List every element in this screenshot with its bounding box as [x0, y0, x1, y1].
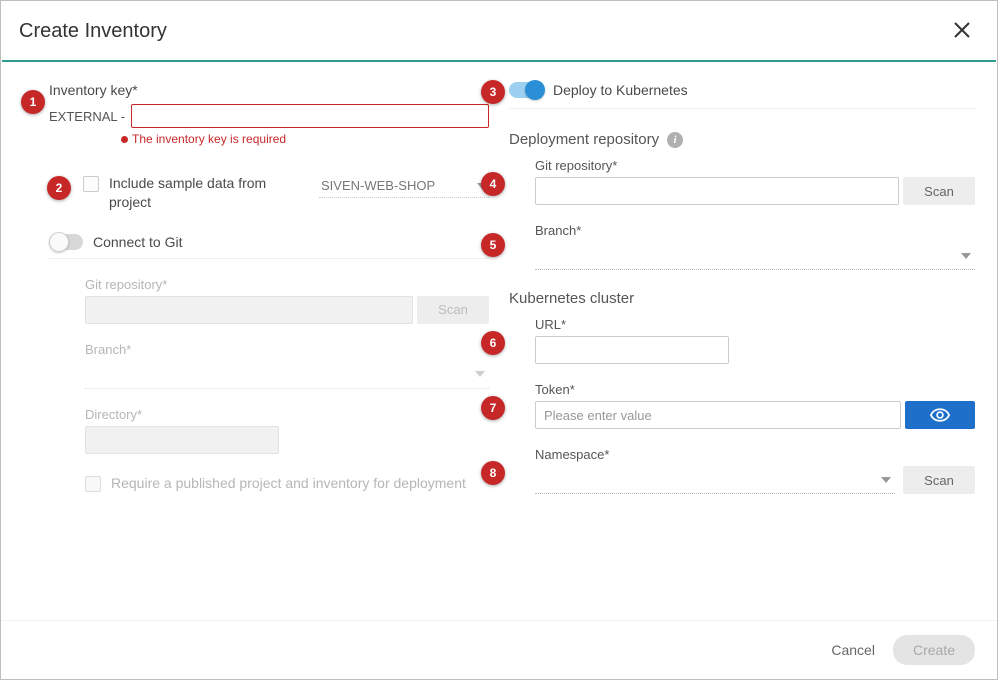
namespace-select[interactable] [535, 466, 895, 494]
callout-badge-5: 5 [481, 233, 505, 257]
token-input[interactable] [535, 401, 901, 429]
callout-badge-3: 3 [481, 80, 505, 104]
chevron-down-icon [475, 371, 485, 377]
eye-icon [930, 408, 950, 422]
right-branch-select[interactable] [535, 242, 975, 270]
create-button: Create [893, 635, 975, 665]
url-label: URL* [535, 317, 975, 332]
dialog-footer: Cancel Create [1, 620, 997, 679]
deploy-k8s-label: Deploy to Kubernetes [553, 82, 688, 98]
right-column: 3 Deploy to Kubernetes Deployment reposi… [509, 82, 975, 515]
left-git-repo-input [85, 296, 413, 324]
namespace-scan-button[interactable]: Scan [903, 466, 975, 494]
deploy-k8s-toggle[interactable] [509, 82, 543, 98]
dialog-title: Create Inventory [19, 20, 167, 43]
k8s-cluster-heading: Kubernetes cluster [509, 290, 975, 307]
callout-badge-7: 7 [481, 396, 505, 420]
reveal-token-button[interactable] [905, 401, 975, 429]
namespace-label: Namespace* [535, 447, 975, 462]
token-label: Token* [535, 382, 975, 397]
require-published-label: Require a published project and inventor… [111, 474, 489, 493]
left-directory-label: Directory* [85, 407, 489, 422]
require-published-checkbox [85, 476, 101, 492]
cancel-button[interactable]: Cancel [831, 642, 875, 658]
callout-badge-2: 2 [47, 176, 71, 200]
connect-git-toggle[interactable] [49, 234, 83, 250]
left-git-scan-button: Scan [417, 296, 489, 324]
left-directory-input [85, 426, 279, 454]
inventory-key-label: Inventory key* [49, 82, 489, 98]
include-sample-checkbox[interactable] [83, 176, 99, 192]
close-icon [953, 21, 971, 39]
right-git-repo-input[interactable] [535, 177, 899, 205]
callout-badge-4: 4 [481, 172, 505, 196]
close-button[interactable] [949, 17, 975, 46]
dialog-header: Create Inventory [1, 1, 997, 60]
sample-project-value: SIVEN-WEB-SHOP [321, 178, 435, 193]
info-icon[interactable]: i [667, 132, 683, 148]
url-input[interactable] [535, 336, 729, 364]
callout-badge-1: 1 [21, 90, 45, 114]
include-sample-label: Include sample data from project [109, 174, 303, 212]
callout-badge-6: 6 [481, 331, 505, 355]
error-dot-icon [121, 136, 128, 143]
left-branch-label: Branch* [85, 342, 489, 357]
chevron-down-icon [961, 253, 971, 259]
callout-badge-8: 8 [481, 461, 505, 485]
connect-git-label: Connect to Git [93, 234, 183, 250]
left-git-repo-label: Git repository* [85, 277, 489, 292]
deployment-repo-heading: Deployment repository i [509, 131, 975, 148]
right-git-repo-label: Git repository* [535, 158, 975, 173]
inventory-key-input[interactable] [131, 104, 489, 128]
left-branch-select [85, 361, 489, 389]
inventory-key-prefix: EXTERNAL - [49, 109, 125, 124]
right-branch-label: Branch* [535, 223, 975, 238]
left-column: 1 Inventory key* EXTERNAL - The inventor… [23, 82, 489, 515]
sample-project-dropdown[interactable]: SIVEN-WEB-SHOP [319, 174, 489, 198]
chevron-down-icon [881, 477, 891, 483]
inventory-key-error: The inventory key is required [132, 132, 286, 146]
right-git-scan-button[interactable]: Scan [903, 177, 975, 205]
